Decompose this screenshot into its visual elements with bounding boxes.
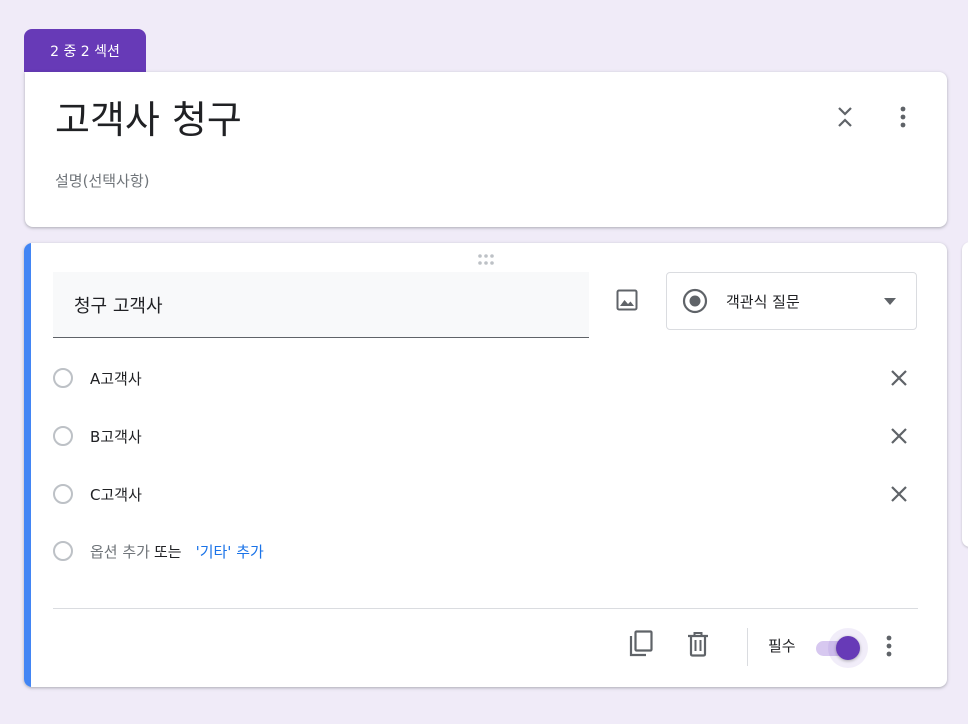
required-toggle[interactable] [814, 628, 868, 668]
collapse-section-button[interactable] [831, 100, 859, 134]
add-image-button[interactable] [611, 284, 643, 316]
footer-divider [53, 608, 918, 609]
add-option-or-text: 또는 [153, 542, 182, 561]
option-radio-icon [53, 541, 73, 561]
question-title-input[interactable]: 청구 고객사 [53, 272, 589, 338]
more-vert-icon [886, 635, 892, 657]
more-vert-icon [900, 106, 906, 128]
floating-toolbar-edge [962, 242, 968, 547]
remove-option-button[interactable] [885, 480, 913, 508]
option-row: B고객사 [53, 416, 913, 456]
add-option-row: 옵션 추가 또는 '기타' 추가 [53, 531, 913, 571]
option-radio-icon [53, 426, 73, 446]
option-label[interactable]: B고객사 [90, 426, 142, 447]
option-radio-icon [53, 484, 73, 504]
question-more-button[interactable] [875, 630, 903, 662]
option-radio-icon [53, 368, 73, 388]
footer-separator [747, 628, 748, 666]
add-other-button[interactable]: '기타' 추가 [196, 541, 264, 562]
copy-icon [629, 630, 653, 657]
form-description-field[interactable]: 설명(선택사항) [55, 170, 150, 191]
header-more-button[interactable] [889, 102, 917, 132]
radio-button-icon [682, 288, 708, 314]
remove-option-button[interactable] [885, 422, 913, 450]
close-icon [891, 428, 907, 444]
dropdown-caret-icon [884, 298, 896, 305]
collapse-icon [838, 107, 852, 127]
question-type-dropdown[interactable]: 객관식 질문 [666, 272, 917, 330]
form-title[interactable]: 고객사 청구 [55, 97, 242, 143]
option-row: A고객사 [53, 358, 913, 398]
active-indicator-bar [24, 243, 31, 687]
option-label[interactable]: A고객사 [90, 368, 142, 389]
option-row: C고객사 [53, 474, 913, 514]
drag-handle-icon[interactable] [476, 252, 496, 266]
required-label: 필수 [768, 637, 796, 655]
option-label[interactable]: C고객사 [90, 484, 142, 505]
question-type-label: 객관식 질문 [726, 292, 800, 311]
close-icon [891, 370, 907, 386]
delete-question-button[interactable] [682, 627, 714, 661]
section-badge: 2 중 2 섹션 [24, 29, 146, 72]
toggle-thumb [836, 636, 860, 660]
delete-icon [688, 632, 708, 657]
remove-option-button[interactable] [885, 364, 913, 392]
add-option-button[interactable]: 옵션 추가 [90, 541, 150, 562]
duplicate-question-button[interactable] [624, 627, 658, 661]
close-icon [891, 486, 907, 502]
image-icon [616, 289, 638, 311]
question-card[interactable]: 청구 고객사 객관식 질문 A고객사 B고객사 C고객사 옵션 추가 또는 '기… [24, 243, 947, 687]
form-header-card: 고객사 청구 설명(선택사항) [25, 72, 947, 227]
